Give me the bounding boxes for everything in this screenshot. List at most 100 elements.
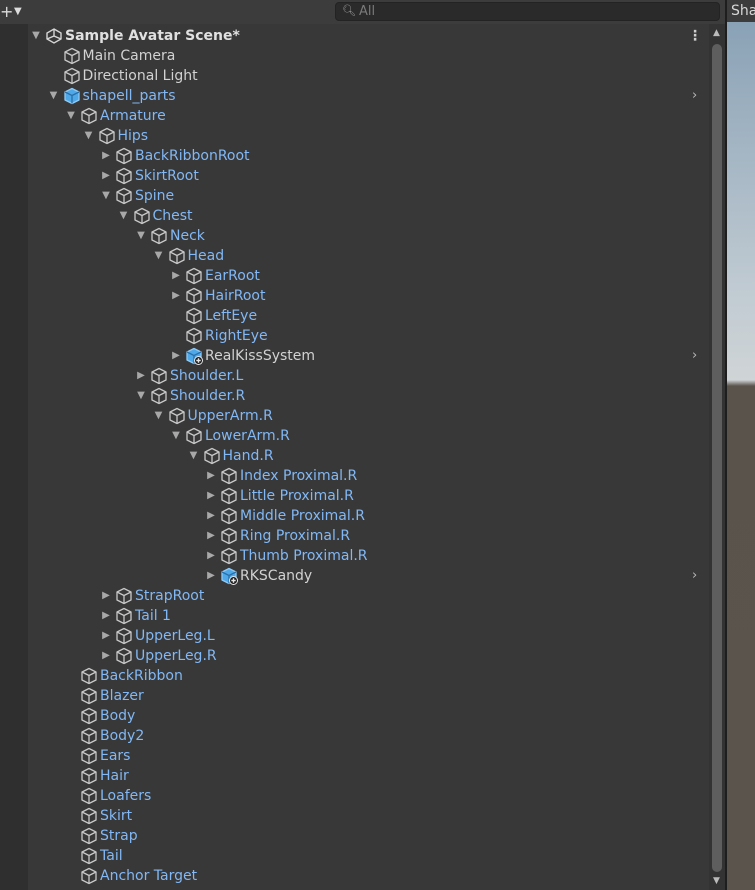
hierarchy-item-tail-1[interactable]: ▶ Tail 1 (28, 606, 709, 626)
hierarchy-item-label: BackRibbon (100, 668, 183, 684)
cube-outline-icon (185, 427, 203, 445)
expand-down-icon[interactable]: ▼ (100, 186, 112, 206)
expand-down-icon[interactable]: ▼ (30, 26, 42, 46)
open-prefab-chevron-icon[interactable]: › (692, 566, 697, 586)
hierarchy-item-backribbonroot[interactable]: ▶ BackRibbonRoot (28, 146, 709, 166)
hierarchy-item-skirt[interactable]: Skirt (28, 806, 709, 826)
expand-down-icon[interactable]: ▼ (135, 226, 147, 246)
hierarchy-item-armature[interactable]: ▼ Armature (28, 106, 709, 126)
hierarchy-item-label: Thumb Proximal.R (240, 548, 368, 564)
hierarchy-item-index-proximal-r[interactable]: ▶ Index Proximal.R (28, 466, 709, 486)
hierarchy-item-backribbon[interactable]: BackRibbon (28, 666, 709, 686)
hierarchy-item-label: Neck (170, 228, 205, 244)
hierarchy-item-upperleg-r[interactable]: ▶ UpperLeg.R (28, 646, 709, 666)
hierarchy-item-little-proximal-r[interactable]: ▶ Little Proximal.R (28, 486, 709, 506)
hierarchy-item-upperarm-r[interactable]: ▼ UpperArm.R (28, 406, 709, 426)
expand-right-icon[interactable]: ▶ (170, 286, 182, 306)
expand-right-icon[interactable]: ▶ (100, 166, 112, 186)
expand-right-icon[interactable]: ▶ (100, 606, 112, 626)
expand-right-icon[interactable]: ▶ (170, 346, 182, 366)
hierarchy-item-directional-light[interactable]: Directional Light (28, 66, 709, 86)
hierarchy-item-rkscandy[interactable]: ▶ RKSCandy › (28, 566, 709, 586)
expand-right-icon[interactable]: ▶ (205, 566, 217, 586)
expand-right-icon[interactable]: ▶ (100, 586, 112, 606)
cube-outline-icon (80, 847, 98, 865)
search-field[interactable]: 🔍︎ All (335, 2, 720, 21)
hierarchy-item-middle-proximal-r[interactable]: ▶ Middle Proximal.R (28, 506, 709, 526)
cube-outline-icon (185, 267, 203, 285)
hierarchy-item-lowerarm-r[interactable]: ▼ LowerArm.R (28, 426, 709, 446)
cube-outline-icon (220, 547, 238, 565)
scene-view-tab[interactable]: Sha (731, 3, 755, 19)
hierarchy-item-label: Strap (100, 828, 138, 844)
expand-right-icon[interactable]: ▶ (205, 506, 217, 526)
hierarchy-item-hairroot[interactable]: ▶ HairRoot (28, 286, 709, 306)
hierarchy-item-strap[interactable]: Strap (28, 826, 709, 846)
hierarchy-item-blazer[interactable]: Blazer (28, 686, 709, 706)
expand-down-icon[interactable]: ▼ (135, 386, 147, 406)
hierarchy-item-label: Spine (135, 188, 175, 204)
hierarchy-item-tail[interactable]: Tail (28, 846, 709, 866)
scene-view-panel[interactable]: Sha (727, 0, 755, 890)
hierarchy-item-label: Skirt (100, 808, 133, 824)
hierarchy-item-head[interactable]: ▼ Head (28, 246, 709, 266)
cube-outline-icon (80, 827, 98, 845)
expand-down-icon[interactable]: ▼ (153, 246, 165, 266)
hierarchy-item-hips[interactable]: ▼ Hips (28, 126, 709, 146)
hierarchy-item-shoulder-l[interactable]: ▶ Shoulder.L (28, 366, 709, 386)
hierarchy-item-thumb-proximal-r[interactable]: ▶ Thumb Proximal.R (28, 546, 709, 566)
hierarchy-item-hand-r[interactable]: ▼ Hand.R (28, 446, 709, 466)
expand-right-icon[interactable]: ▶ (205, 466, 217, 486)
expand-down-icon[interactable]: ▼ (188, 446, 200, 466)
hierarchy-toolbar: + ▼ 🔍︎ All (0, 0, 725, 24)
hierarchy-item-lefteye[interactable]: LeftEye (28, 306, 709, 326)
scrollbar-thumb[interactable] (712, 44, 722, 872)
expand-down-icon[interactable]: ▼ (48, 86, 60, 106)
hierarchy-item-chest[interactable]: ▼ Chest (28, 206, 709, 226)
open-prefab-chevron-icon[interactable]: › (692, 86, 697, 106)
hierarchy-item-hair[interactable]: Hair (28, 766, 709, 786)
hierarchy-item-ears[interactable]: Ears (28, 746, 709, 766)
hierarchy-item-realkisssystem[interactable]: ▶ RealKissSystem › (28, 346, 709, 366)
expand-right-icon[interactable]: ▶ (100, 146, 112, 166)
hierarchy-item-skirtroot[interactable]: ▶ SkirtRoot (28, 166, 709, 186)
expand-down-icon[interactable]: ▼ (65, 106, 77, 126)
vertical-scrollbar[interactable]: ▲ ▼ (709, 24, 725, 890)
hierarchy-item-label: Body (100, 708, 136, 724)
expand-right-icon[interactable]: ▶ (135, 366, 147, 386)
scene-menu-kebab-icon[interactable]: ⋮ (688, 26, 702, 46)
cube-outline-icon (220, 467, 238, 485)
hierarchy-item-upperleg-l[interactable]: ▶ UpperLeg.L (28, 626, 709, 646)
expand-right-icon[interactable]: ▶ (100, 626, 112, 646)
open-prefab-chevron-icon[interactable]: › (692, 346, 697, 366)
hierarchy-item-neck[interactable]: ▼ Neck (28, 226, 709, 246)
expand-right-icon[interactable]: ▶ (100, 646, 112, 666)
hierarchy-item-anchor-target[interactable]: Anchor Target (28, 866, 709, 886)
hierarchy-item-main-camera[interactable]: Main Camera (28, 46, 709, 66)
hierarchy-item-ring-proximal-r[interactable]: ▶ Ring Proximal.R (28, 526, 709, 546)
hierarchy-item-shapell-parts[interactable]: ▼ shapell_parts › (28, 86, 709, 106)
expand-down-icon[interactable]: ▼ (118, 206, 130, 226)
hierarchy-item-straproot[interactable]: ▶ StrapRoot (28, 586, 709, 606)
expand-right-icon[interactable]: ▶ (170, 266, 182, 286)
cube-outline-icon (80, 787, 98, 805)
hierarchy-item-label: Hair (100, 768, 129, 784)
create-dropdown-button[interactable]: + ▼ (0, 1, 30, 23)
hierarchy-item-body2[interactable]: Body2 (28, 726, 709, 746)
expand-down-icon[interactable]: ▼ (170, 426, 182, 446)
hierarchy-item-righteye[interactable]: RightEye (28, 326, 709, 346)
expand-down-icon[interactable]: ▼ (153, 406, 165, 426)
scroll-down-icon[interactable]: ▼ (713, 876, 720, 886)
scroll-up-icon[interactable]: ▲ (713, 28, 720, 38)
hierarchy-item-shoulder-r[interactable]: ▼ Shoulder.R (28, 386, 709, 406)
hierarchy-item-sample-avatar-scene[interactable]: ▼ Sample Avatar Scene* ⋮ (28, 26, 709, 46)
hierarchy-item-label: Shoulder.R (170, 388, 246, 404)
expand-down-icon[interactable]: ▼ (83, 126, 95, 146)
expand-right-icon[interactable]: ▶ (205, 526, 217, 546)
hierarchy-item-loafers[interactable]: Loafers (28, 786, 709, 806)
expand-right-icon[interactable]: ▶ (205, 546, 217, 566)
hierarchy-item-earroot[interactable]: ▶ EarRoot (28, 266, 709, 286)
hierarchy-item-spine[interactable]: ▼ Spine (28, 186, 709, 206)
hierarchy-item-body[interactable]: Body (28, 706, 709, 726)
expand-right-icon[interactable]: ▶ (205, 486, 217, 506)
